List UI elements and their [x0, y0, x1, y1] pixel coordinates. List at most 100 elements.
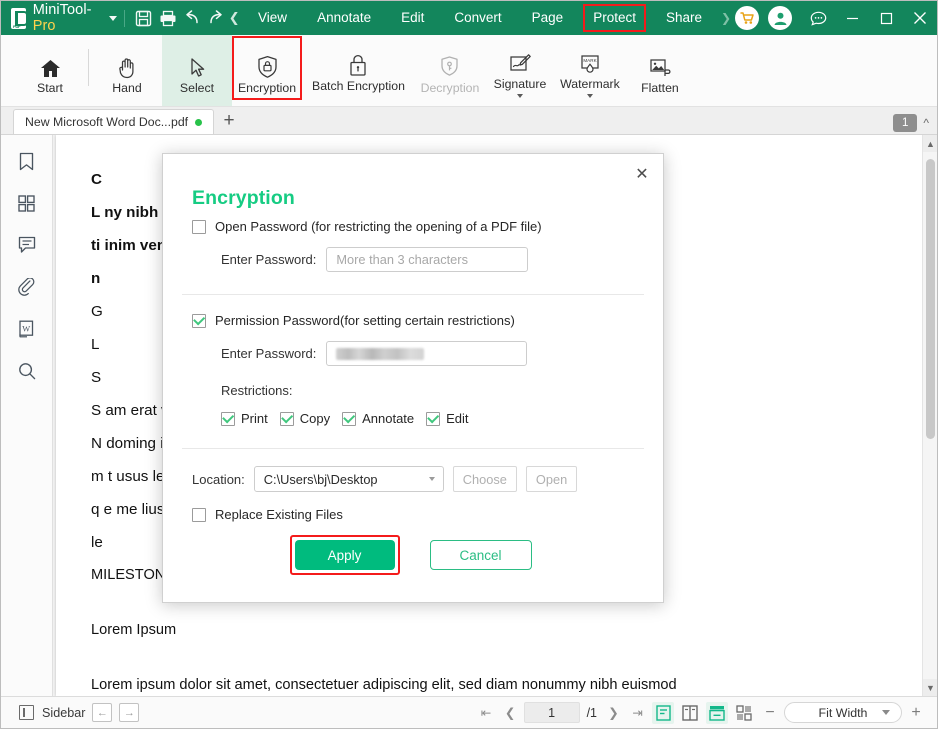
next-page-icon[interactable]: ❯: [603, 702, 624, 724]
hand-icon: [117, 51, 138, 79]
grid-page-view-icon[interactable]: [733, 702, 755, 724]
close-icon[interactable]: [903, 1, 937, 35]
redo-icon[interactable]: [204, 1, 228, 35]
scroll-down-icon[interactable]: ▼: [923, 679, 937, 696]
main-menu: View Annotate Edit Convert Page Protect …: [243, 1, 735, 35]
shopping-cart-icon[interactable]: [735, 6, 759, 30]
page-number-input[interactable]: 1: [523, 702, 580, 723]
open-password-field-label: Enter Password:: [221, 252, 317, 267]
ribbon-button-batch-encryption[interactable]: Batch Encryption: [302, 35, 415, 106]
menu-item-protect[interactable]: Protect: [578, 1, 651, 35]
brand-name: MiniTool-Pro: [33, 2, 96, 34]
open-password-checkbox[interactable]: [192, 219, 206, 234]
ribbon-button-label: Signature: [493, 77, 547, 91]
page-number-value: 1: [548, 705, 556, 720]
print-icon[interactable]: [156, 1, 180, 35]
document-tab[interactable]: New Microsoft Word Doc...pdf: [13, 109, 215, 134]
location-select[interactable]: C:\Users\bj\Desktop: [253, 466, 444, 492]
cancel-button[interactable]: Cancel: [429, 540, 532, 570]
permission-password-checkbox[interactable]: [192, 313, 206, 328]
zoom-out-button[interactable]: −: [759, 702, 781, 724]
menu-item-annotate[interactable]: Annotate: [302, 1, 386, 35]
menu-item-edit[interactable]: Edit: [386, 1, 439, 35]
arrow-right-icon[interactable]: →: [119, 703, 140, 722]
maximize-icon[interactable]: [869, 1, 903, 35]
restriction-annotate-checkbox[interactable]: [342, 411, 357, 426]
close-icon[interactable]: ✕: [629, 161, 655, 187]
restriction-edit[interactable]: Edit: [426, 411, 469, 426]
sidebar-panel-icon: [19, 705, 34, 720]
permission-password-row[interactable]: Permission Password(for setting certain …: [163, 313, 663, 328]
word-doc-icon[interactable]: W: [12, 315, 42, 343]
open-password-input[interactable]: More than 3 characters: [326, 247, 529, 272]
undo-icon[interactable]: [180, 1, 204, 35]
chevron-down-icon: [882, 710, 890, 715]
save-icon[interactable]: [132, 1, 156, 35]
apply-button[interactable]: Apply: [289, 535, 400, 575]
chevron-down-icon[interactable]: [516, 94, 523, 98]
masked-password-value: [336, 347, 425, 360]
chevron-left-icon[interactable]: ❮: [227, 1, 241, 35]
attachment-icon[interactable]: [12, 273, 42, 301]
scroll-up-icon[interactable]: ▲: [923, 135, 937, 152]
restriction-edit-checkbox[interactable]: [426, 411, 441, 426]
open-button[interactable]: Open: [525, 466, 578, 492]
open-password-row[interactable]: Open Password (for restricting the openi…: [163, 219, 663, 234]
menu-item-label: Convert: [454, 10, 502, 25]
chevron-right-icon[interactable]: ❯: [717, 1, 735, 35]
menu-item-view[interactable]: View: [243, 1, 302, 35]
search-icon[interactable]: [12, 357, 42, 385]
choose-button[interactable]: Choose: [452, 466, 517, 492]
permission-password-input[interactable]: [326, 341, 528, 366]
bookmark-icon[interactable]: [12, 147, 42, 175]
sidebar-toggle[interactable]: Sidebar: [19, 705, 85, 720]
chevron-down-icon[interactable]: [108, 15, 117, 21]
chevron-down-icon[interactable]: [586, 94, 593, 98]
ribbon-button-signature[interactable]: Signature: [485, 35, 555, 106]
user-account-icon[interactable]: [768, 6, 792, 30]
ribbon-button-encryption[interactable]: Encryption: [232, 35, 302, 106]
continuous-scroll-icon[interactable]: [706, 701, 728, 724]
two-page-view-icon[interactable]: [679, 702, 701, 724]
ribbon-button-watermark[interactable]: MARK Watermark: [555, 35, 625, 106]
minimize-icon[interactable]: [835, 1, 869, 35]
last-page-icon[interactable]: ⇥: [627, 702, 648, 724]
zoom-level-select[interactable]: Fit Width: [784, 702, 902, 723]
plus-icon[interactable]: +: [214, 108, 244, 134]
ribbon-button-flatten[interactable]: Flatten: [625, 35, 695, 106]
restriction-copy[interactable]: Copy: [279, 411, 330, 426]
vertical-scrollbar[interactable]: ▲ ▼: [922, 135, 937, 696]
scrollbar-thumb[interactable]: [926, 159, 935, 439]
single-page-view-icon[interactable]: [652, 701, 674, 724]
ribbon-button-select[interactable]: Select: [162, 35, 232, 106]
chat-bubble-icon[interactable]: [801, 1, 835, 35]
choose-button-label: Choose: [462, 471, 507, 487]
application-window: MiniTool-Pro ❮ View Annotate Edit Conver…: [0, 0, 938, 729]
restriction-annotate[interactable]: Annotate: [342, 411, 414, 426]
arrow-left-icon[interactable]: ←: [92, 703, 113, 722]
ribbon-button-label: Hand: [112, 80, 142, 95]
first-page-icon[interactable]: ⇤: [476, 702, 497, 724]
divider: [182, 448, 644, 449]
zoom-in-button[interactable]: +: [905, 702, 927, 724]
prev-page-icon[interactable]: ❮: [500, 702, 521, 724]
dialog-body: Open Password (for restricting the openi…: [163, 217, 663, 522]
replace-existing-checkbox[interactable]: [192, 507, 206, 522]
thumbnails-icon[interactable]: [12, 189, 42, 217]
ribbon-button-start[interactable]: Start: [15, 35, 85, 106]
menu-item-label: View: [258, 10, 288, 25]
comment-icon[interactable]: [12, 231, 42, 259]
chevron-up-icon[interactable]: ^: [923, 116, 929, 130]
ribbon-button-label: Batch Encryption: [312, 78, 405, 93]
ribbon-button-hand[interactable]: Hand: [92, 35, 162, 106]
open-password-placeholder: More than 3 characters: [336, 252, 468, 267]
restriction-print[interactable]: Print: [221, 411, 268, 426]
replace-existing-row[interactable]: Replace Existing Files: [163, 507, 663, 522]
restriction-print-checkbox[interactable]: [221, 411, 235, 426]
menu-item-page[interactable]: Page: [517, 1, 579, 35]
padlock-icon: [347, 49, 369, 77]
menu-item-convert[interactable]: Convert: [439, 1, 516, 35]
restriction-copy-checkbox[interactable]: [279, 411, 294, 426]
menu-item-share[interactable]: Share: [651, 1, 717, 35]
menu-item-label: Share: [665, 10, 702, 25]
